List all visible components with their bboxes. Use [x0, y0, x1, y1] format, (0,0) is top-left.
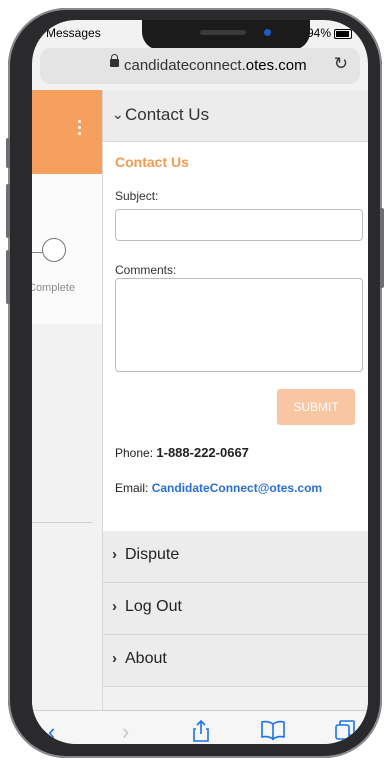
contact-title: Contact Us	[115, 154, 189, 170]
battery-indicator: 94%	[307, 26, 352, 40]
menu-item-label: Dispute	[125, 546, 180, 563]
phone-screen: Messages 94% candidateconnect.otes.com ↻…	[32, 20, 368, 744]
phone-number[interactable]: 1-888-222-0667	[156, 445, 249, 460]
url-domain-main: otes.com	[245, 57, 307, 74]
comments-label: Comments:	[115, 263, 177, 277]
forward-icon[interactable]: ›	[122, 719, 129, 744]
comments-textarea[interactable]	[115, 278, 363, 372]
menu-item-dispute[interactable]: › Dispute	[103, 531, 368, 583]
chevron-right-icon: ›	[112, 598, 117, 615]
email-label: Email:	[115, 481, 149, 495]
phone-label: Phone:	[115, 446, 154, 460]
menu-item-label: Log Out	[125, 598, 182, 615]
status-back-app[interactable]: Messages	[46, 26, 101, 40]
mute-switch	[6, 138, 10, 168]
battery-percent: 94%	[306, 26, 331, 40]
side-drawer: ⌄ Contact Us Contact Us Subject: Comment…	[102, 90, 368, 730]
share-icon[interactable]	[192, 719, 210, 744]
chevron-right-icon: ›	[112, 546, 117, 563]
address-bar[interactable]: candidateconnect.otes.com ↻	[40, 48, 360, 84]
app-header-bar	[32, 90, 102, 174]
browser-toolbar: ‹ ›	[32, 710, 368, 744]
kebab-menu-icon[interactable]	[78, 120, 82, 138]
lock-icon	[110, 54, 119, 67]
battery-icon	[334, 28, 352, 39]
volume-down-button	[6, 250, 10, 304]
background-page: Complete	[32, 90, 102, 730]
email-info: Email: CandidateConnect@otes.com	[115, 481, 322, 495]
subject-input[interactable]	[115, 209, 363, 241]
chevron-down-icon: ⌄	[112, 106, 124, 122]
power-button	[380, 208, 384, 288]
bookmarks-icon[interactable]	[260, 719, 286, 744]
speaker	[200, 30, 246, 35]
camera	[264, 29, 271, 36]
submit-button[interactable]: SUBMIT	[277, 389, 355, 425]
reload-icon[interactable]: ↻	[334, 54, 348, 74]
url-text[interactable]: candidateconnect.otes.com	[124, 57, 307, 74]
menu-item-label: About	[125, 650, 167, 667]
menu-item-log-out[interactable]: › Log Out	[103, 583, 368, 635]
menu-item-about[interactable]: › About	[103, 635, 368, 687]
url-domain-prefix: candidateconnect.	[124, 57, 246, 74]
divider	[32, 522, 92, 523]
back-icon[interactable]: ‹	[48, 719, 55, 744]
tabs-icon[interactable]	[334, 719, 356, 744]
email-link[interactable]: CandidateConnect@otes.com	[152, 481, 322, 495]
volume-up-button	[6, 184, 10, 238]
section-header-label: Contact Us	[125, 105, 210, 124]
contact-form: Contact Us Subject: Comments: SUBMIT Pho…	[103, 142, 368, 531]
step-label: Complete	[32, 282, 76, 294]
step-circle-icon	[42, 238, 66, 262]
notch	[142, 20, 310, 50]
subject-label: Subject:	[115, 189, 159, 203]
phone-info: Phone: 1-888-222-0667	[115, 445, 249, 460]
chevron-right-icon: ›	[112, 650, 117, 667]
contact-us-section-header[interactable]: ⌄ Contact Us	[103, 90, 368, 142]
